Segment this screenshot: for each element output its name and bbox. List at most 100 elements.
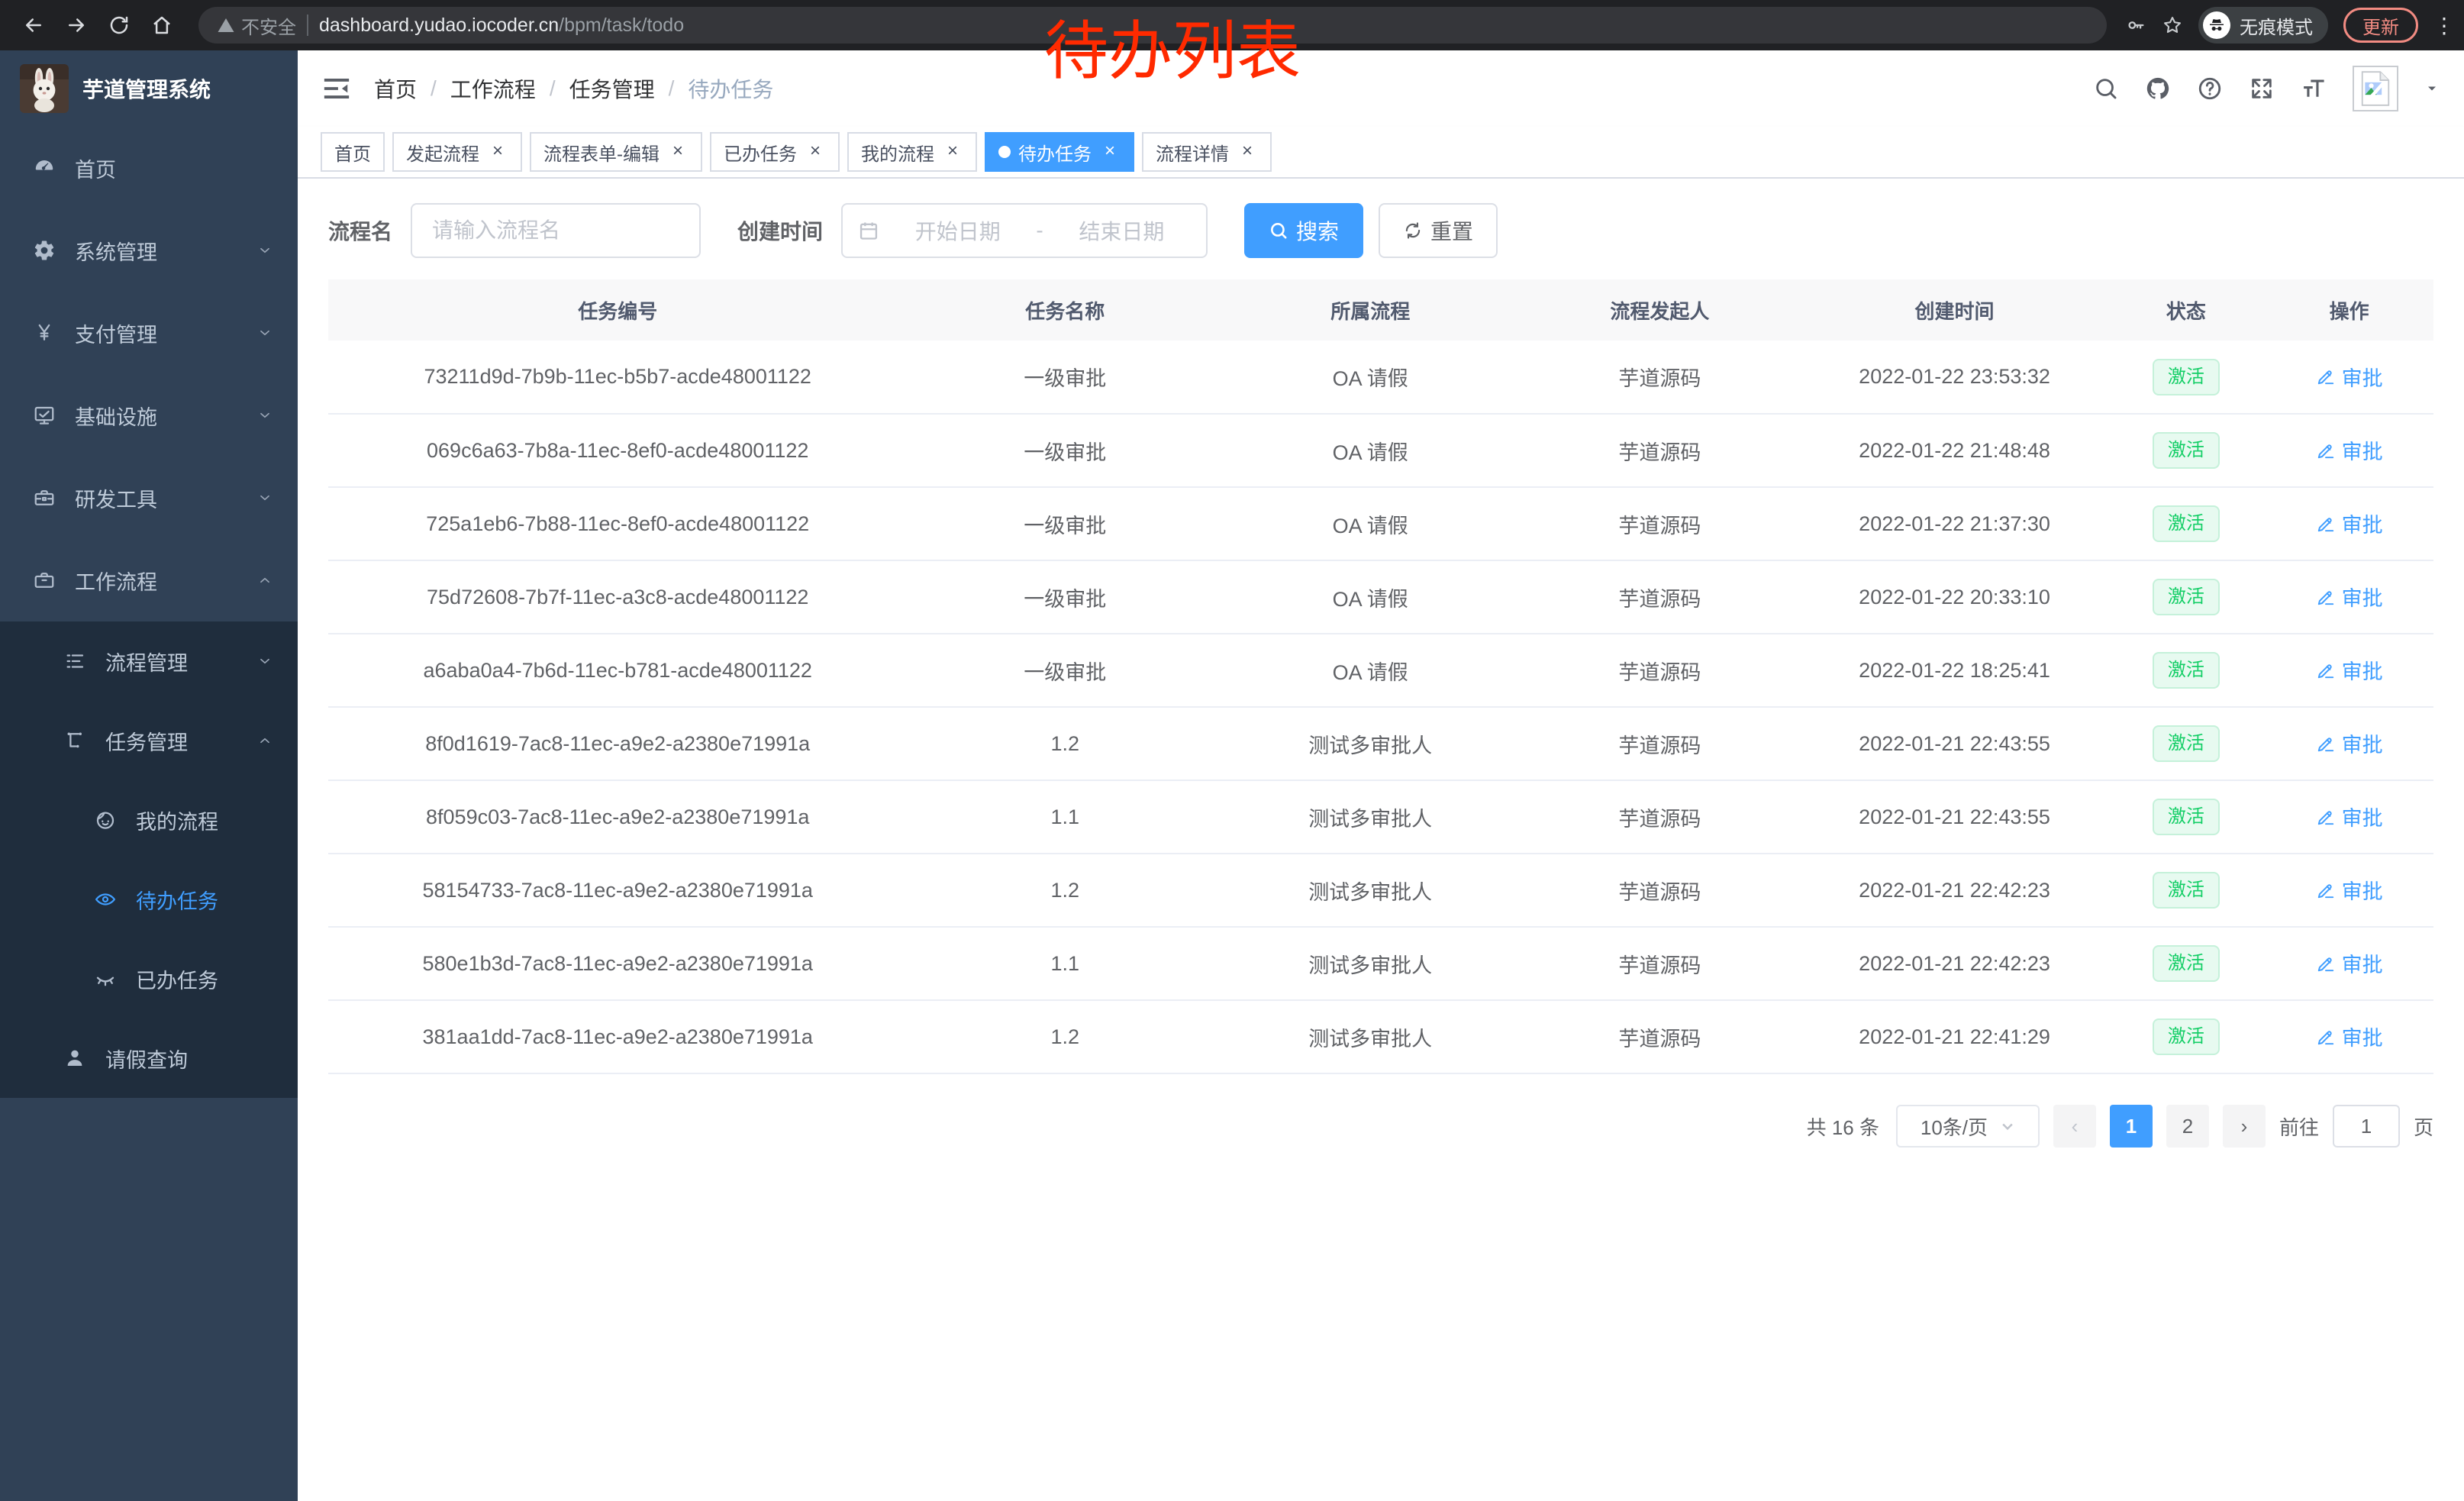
sidebar-item-9[interactable]: 待办任务 xyxy=(0,860,298,939)
sidebar-item-7[interactable]: 任务管理 xyxy=(0,701,298,780)
approve-link[interactable]: 审批 xyxy=(2316,362,2383,392)
browser-back-button[interactable] xyxy=(15,7,52,44)
approve-link[interactable]: 审批 xyxy=(2316,728,2383,758)
page-button-2[interactable]: 2 xyxy=(2166,1105,2209,1148)
search-button-icon xyxy=(1269,221,1288,240)
search-icon[interactable] xyxy=(2093,76,2119,102)
sidebar-item-11[interactable]: 请假查询 xyxy=(0,1018,298,1098)
tab-close-icon[interactable]: × xyxy=(487,141,508,163)
sidebar-logo[interactable]: 芋道管理系统 xyxy=(0,50,298,127)
address-bar[interactable]: 不安全 dashboard.yudao.iocoder.cn/bpm/task/… xyxy=(198,7,2107,44)
tab-2[interactable]: 流程表单-编辑× xyxy=(530,132,702,172)
tab-0[interactable]: 首页 xyxy=(321,132,385,172)
tab-3[interactable]: 已办任务× xyxy=(710,132,840,172)
search-button[interactable]: 搜索 xyxy=(1244,203,1363,258)
status-badge: 激活 xyxy=(2153,872,2220,909)
browser-reload-button[interactable] xyxy=(101,7,137,44)
pen-icon xyxy=(2316,441,2336,460)
pen-icon xyxy=(2316,587,2336,607)
reset-button[interactable]: 重置 xyxy=(1379,203,1498,258)
cell-status: 激活 xyxy=(2107,414,2265,487)
incognito-label: 无痕模式 xyxy=(2240,12,2313,39)
sidebar-item-2[interactable]: 支付管理 xyxy=(0,292,298,374)
sidebar-item-6[interactable]: 流程管理 xyxy=(0,621,298,701)
sidebar-fold-icon[interactable] xyxy=(322,74,351,103)
tab-close-icon[interactable]: × xyxy=(942,141,963,163)
approve-link[interactable]: 审批 xyxy=(2316,655,2383,685)
table-row-5: 8f0d1619-7ac8-11ec-a9e2-a2380e71991a1.2测… xyxy=(328,707,2433,780)
tab-close-icon[interactable]: × xyxy=(1099,141,1121,163)
cell-initiator: 芋道源码 xyxy=(1517,927,1801,1000)
monitor-icon xyxy=(32,404,56,427)
browser-menu-icon[interactable]: ⋮ xyxy=(2433,13,2449,38)
sidebar-item-1[interactable]: 系统管理 xyxy=(0,209,298,292)
not-secure-warning[interactable]: 不安全 xyxy=(217,12,296,39)
next-page-button[interactable]: › xyxy=(2223,1105,2266,1148)
approve-label: 审批 xyxy=(2342,802,2383,831)
approve-link[interactable]: 审批 xyxy=(2316,875,2383,905)
breadcrumb-item[interactable]: 首页 xyxy=(374,73,417,104)
prev-page-button[interactable]: ‹ xyxy=(2053,1105,2096,1148)
github-icon[interactable] xyxy=(2145,76,2171,102)
cell-status: 激活 xyxy=(2107,341,2265,414)
breadcrumb-item[interactable]: 任务管理 xyxy=(569,73,655,104)
cell-action: 审批 xyxy=(2265,341,2433,414)
tab-5[interactable]: 待办任务× xyxy=(985,132,1134,172)
cell-initiator: 芋道源码 xyxy=(1517,634,1801,707)
approve-link[interactable]: 审批 xyxy=(2316,508,2383,538)
process-name-input[interactable] xyxy=(411,203,701,258)
browser-home-button[interactable] xyxy=(144,7,180,44)
sidebar-item-8[interactable]: 我的流程 xyxy=(0,780,298,860)
browser-update-button[interactable]: 更新 xyxy=(2343,8,2418,43)
sidebar-item-5[interactable]: 工作流程 xyxy=(0,539,298,621)
tab-label: 我的流程 xyxy=(861,139,934,166)
column-header: 任务名称 xyxy=(907,279,1223,341)
approve-link[interactable]: 审批 xyxy=(2316,1022,2383,1051)
tab-close-icon[interactable]: × xyxy=(1237,141,1258,163)
cell-action: 审批 xyxy=(2265,560,2433,634)
status-badge: 激活 xyxy=(2153,725,2220,762)
approve-label: 审批 xyxy=(2342,728,2383,758)
cell-id: 725a1eb6-7b88-11ec-8ef0-acde48001122 xyxy=(328,487,907,560)
approve-label: 审批 xyxy=(2342,1022,2383,1051)
tab-close-icon[interactable]: × xyxy=(805,141,826,163)
page-button-1[interactable]: 1 xyxy=(2110,1105,2153,1148)
fullscreen-icon[interactable] xyxy=(2249,76,2275,102)
incognito-icon xyxy=(2203,11,2230,39)
jump-page-input[interactable] xyxy=(2333,1105,2400,1148)
key-icon[interactable] xyxy=(2125,15,2146,36)
avatar-caret-icon[interactable] xyxy=(2424,81,2440,96)
pen-icon xyxy=(2316,734,2336,754)
tab-label: 流程详情 xyxy=(1156,139,1229,166)
font-size-icon[interactable] xyxy=(2301,76,2327,102)
sidebar-item-label: 已办任务 xyxy=(136,964,218,994)
sidebar-item-10[interactable]: 已办任务 xyxy=(0,939,298,1018)
pen-icon xyxy=(2316,1027,2336,1047)
date-range-picker[interactable]: 开始日期 - 结束日期 xyxy=(841,203,1208,258)
tab-close-icon[interactable]: × xyxy=(667,141,689,163)
sidebar-item-0[interactable]: 首页 xyxy=(0,127,298,209)
tab-4[interactable]: 我的流程 × xyxy=(847,132,977,172)
sidebar-item-4[interactable]: 研发工具 xyxy=(0,457,298,539)
page-size-select[interactable]: 10条/页 xyxy=(1896,1105,2040,1148)
browser-forward-button[interactable] xyxy=(58,7,95,44)
tab-1[interactable]: 发起流程× xyxy=(392,132,522,172)
status-badge: 激活 xyxy=(2153,579,2220,615)
address-separator xyxy=(307,15,308,36)
breadcrumb-separator: / xyxy=(669,76,675,101)
tab-6[interactable]: 流程详情 × xyxy=(1142,132,1272,172)
approve-link[interactable]: 审批 xyxy=(2316,948,2383,978)
refresh-icon xyxy=(1403,221,1423,240)
avatar[interactable] xyxy=(2353,66,2398,111)
bookmark-star-icon[interactable] xyxy=(2162,15,2183,36)
sidebar-item-label: 任务管理 xyxy=(105,726,188,756)
breadcrumb-item[interactable]: 工作流程 xyxy=(450,73,536,104)
cell-action: 审批 xyxy=(2265,487,2433,560)
help-icon[interactable] xyxy=(2197,76,2223,102)
cell-initiator: 芋道源码 xyxy=(1517,560,1801,634)
approve-label: 审批 xyxy=(2342,582,2383,612)
approve-link[interactable]: 审批 xyxy=(2316,582,2383,612)
approve-link[interactable]: 审批 xyxy=(2316,435,2383,465)
approve-link[interactable]: 审批 xyxy=(2316,802,2383,831)
sidebar-item-3[interactable]: 基础设施 xyxy=(0,374,298,457)
